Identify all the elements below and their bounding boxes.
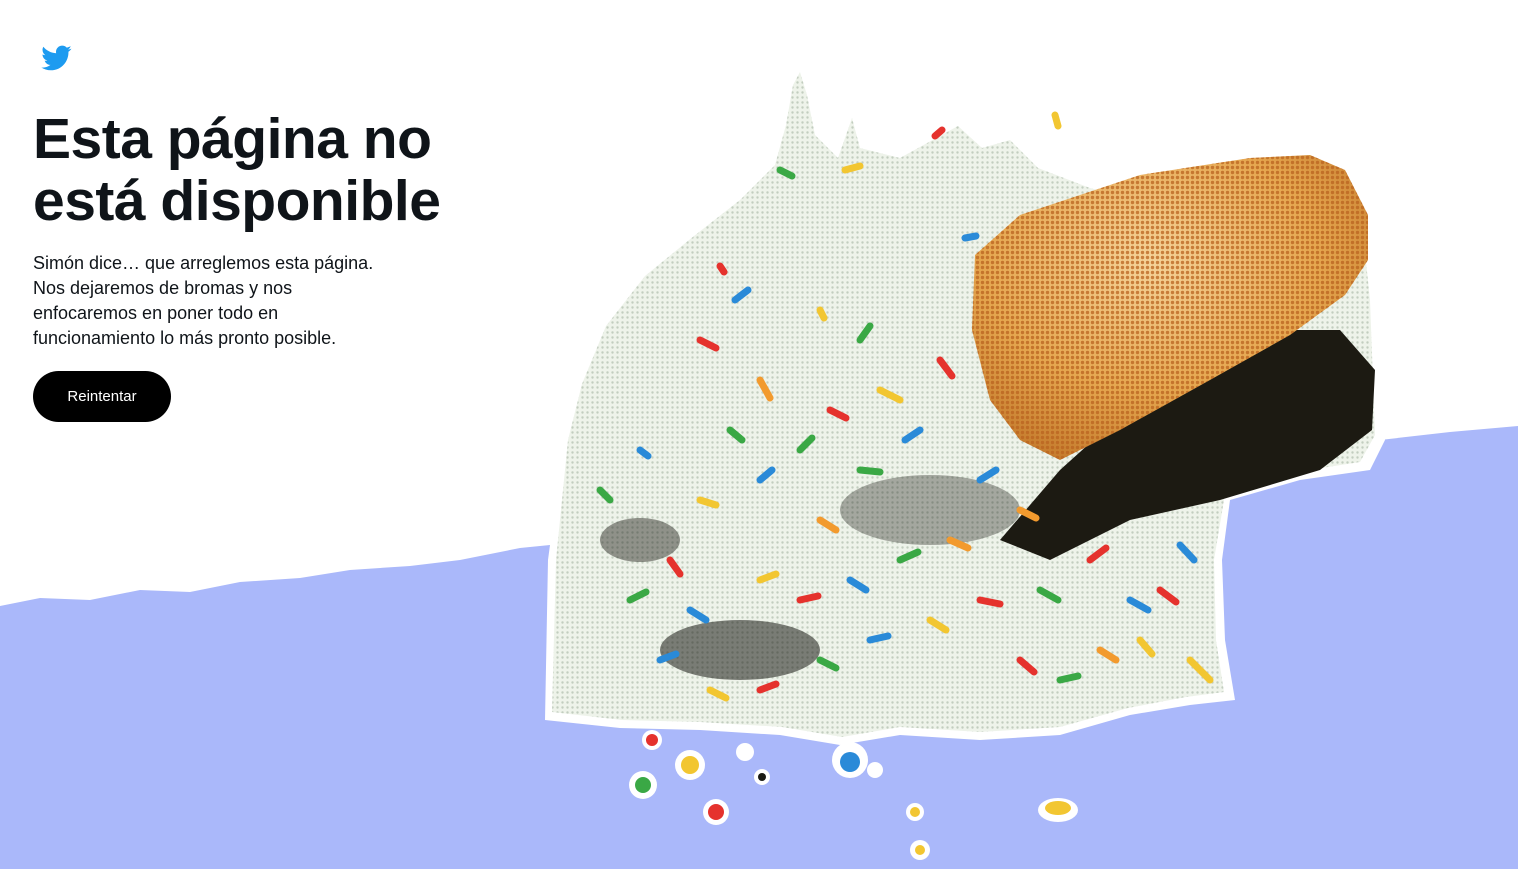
twitter-bird-icon (41, 45, 72, 71)
error-message-line-2: Nos dejaremos de bromas y nos (33, 278, 293, 298)
page-title: Esta página no está disponible (33, 108, 553, 232)
error-message-line-4: funcionamiento lo más pronto posible. (33, 328, 337, 348)
page-title-line-1: Esta página no (33, 107, 432, 171)
retry-button[interactable]: Reintentar (33, 371, 171, 422)
error-message-line-3: enfocaremos en poner todo en (33, 303, 279, 323)
twitter-logo[interactable] (38, 42, 74, 74)
error-page: Esta página no está disponible Simón dic… (0, 0, 1518, 869)
error-message-line-1: Simón dice… que arreglemos esta página. (33, 253, 374, 273)
page-title-line-2: está disponible (33, 169, 441, 233)
error-message: Simón dice… que arreglemos esta página. … (33, 251, 453, 351)
